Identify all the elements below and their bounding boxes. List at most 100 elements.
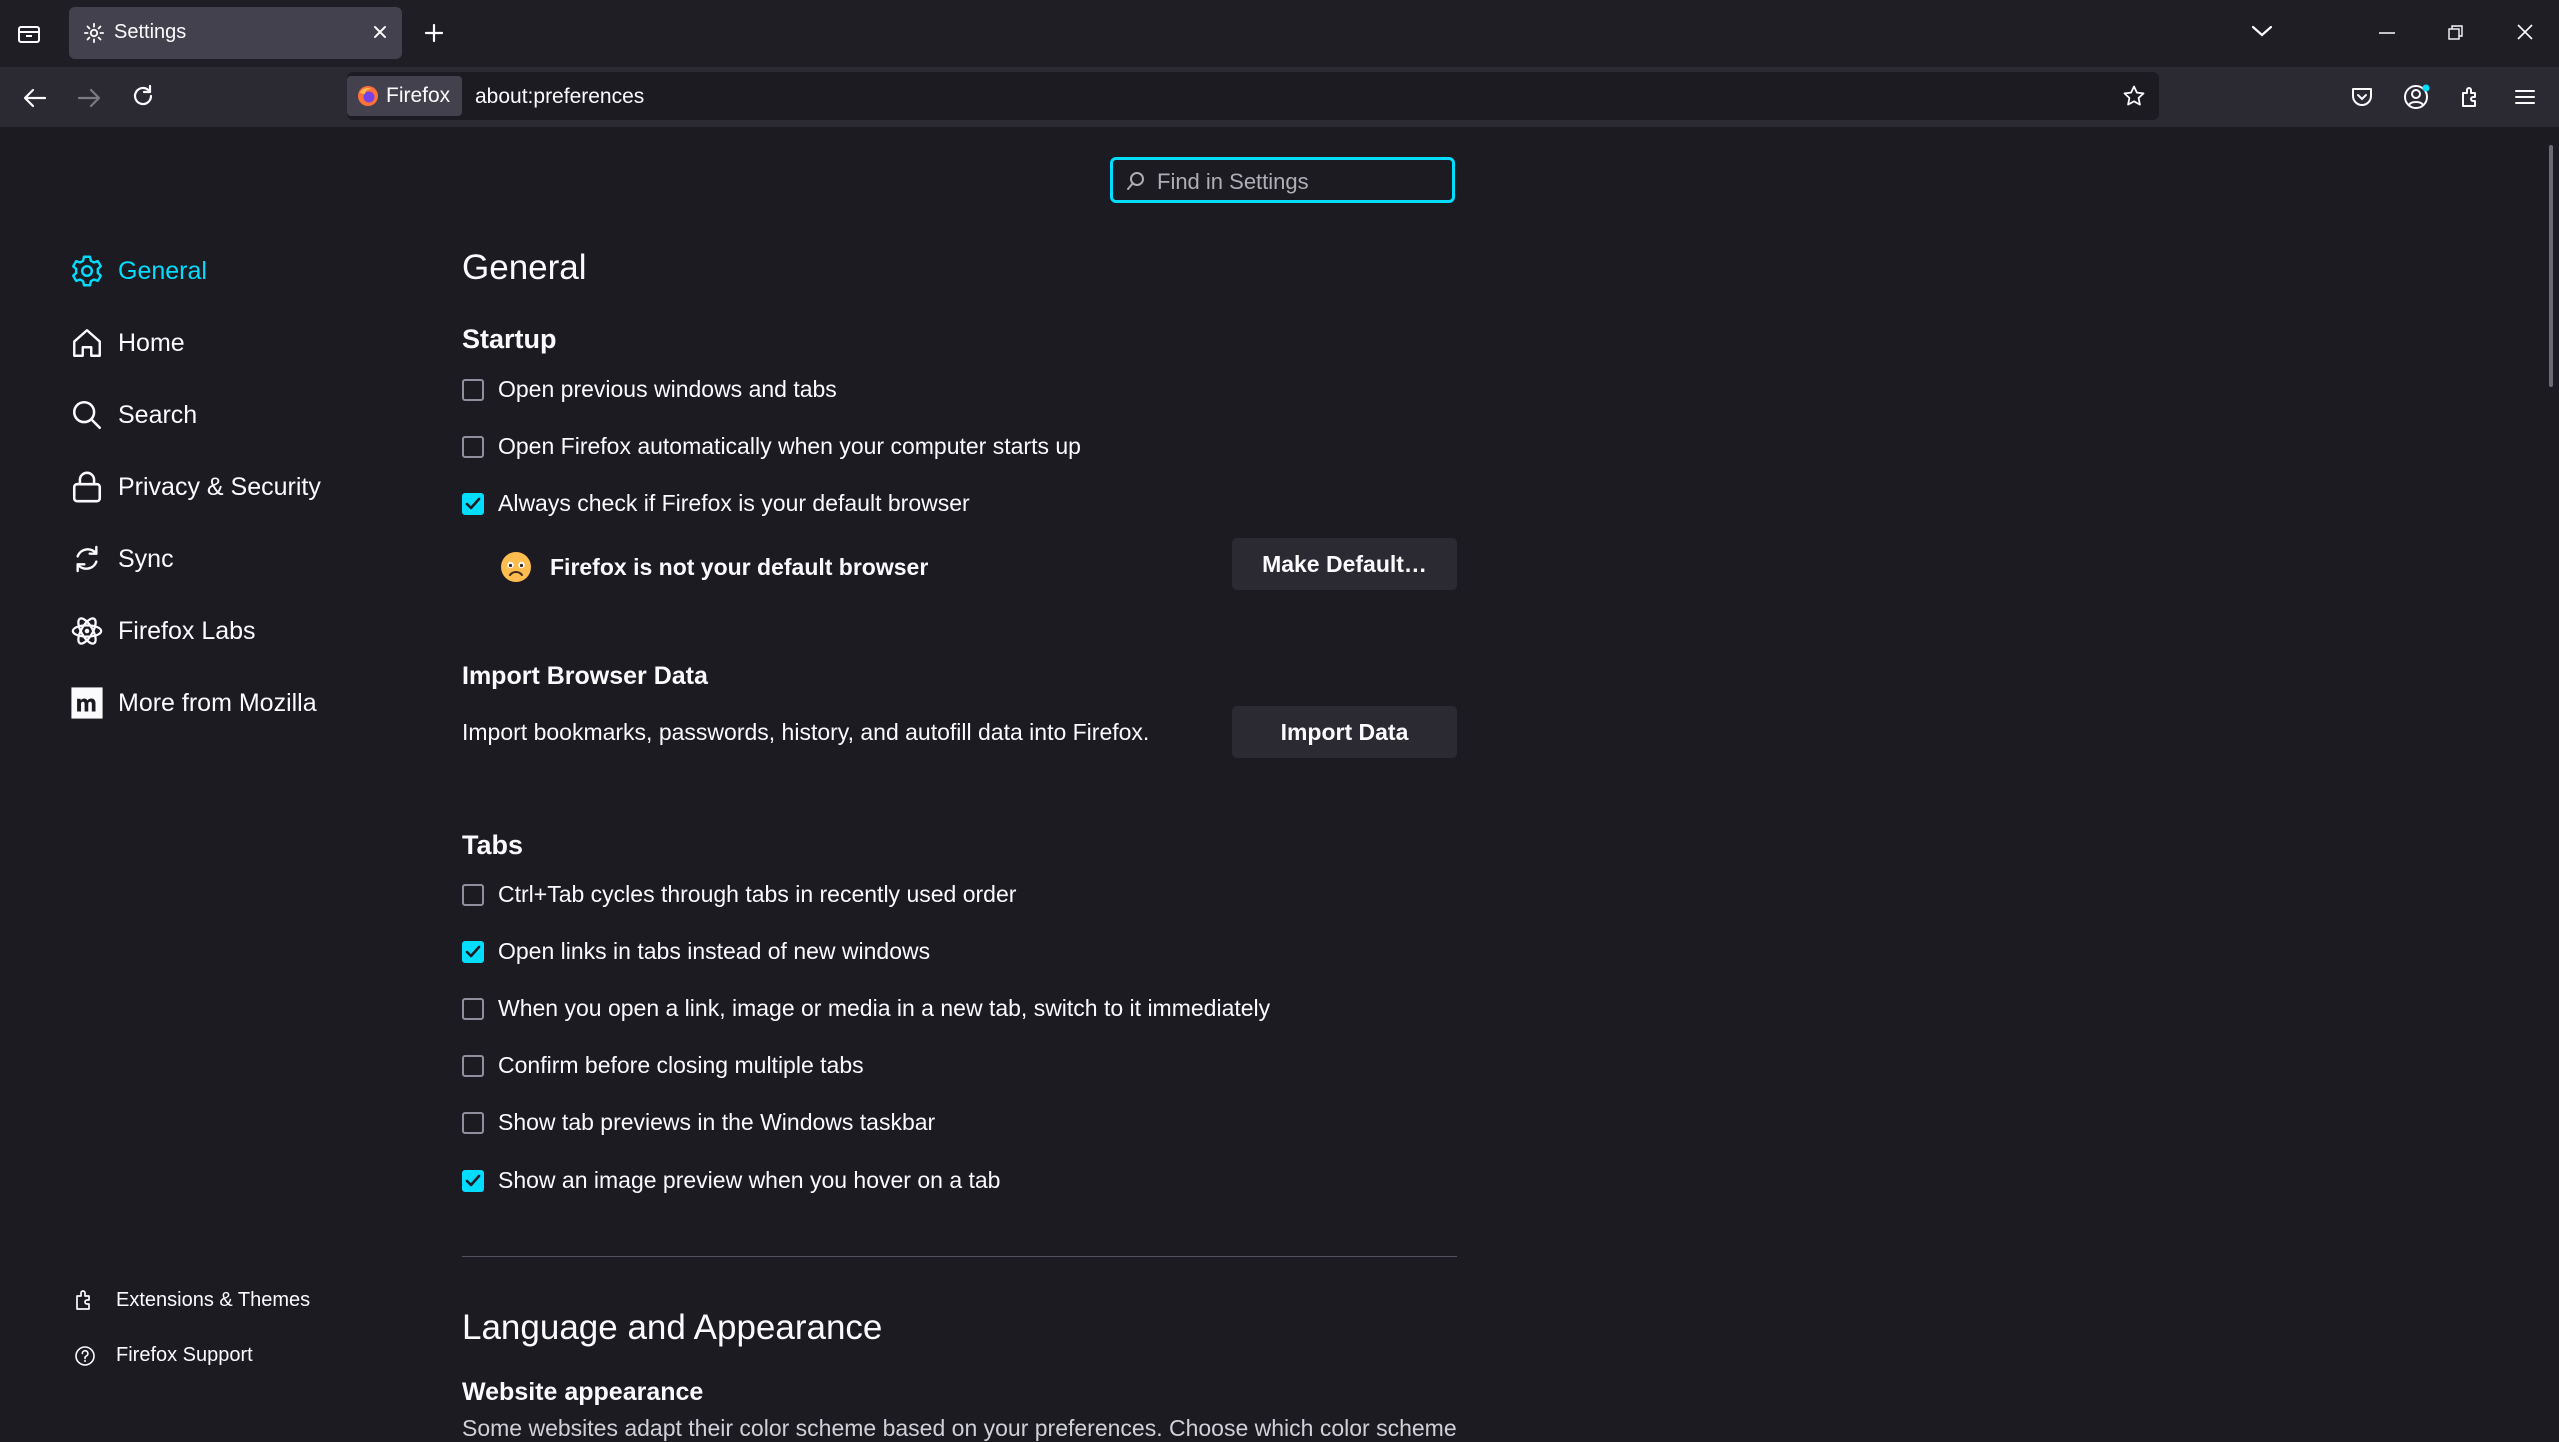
tab-title: Settings [114,21,187,43]
footer-link-label: Firefox Support [116,1344,253,1366]
firefox-logo-icon [357,85,379,107]
checkbox-box[interactable] [462,883,484,906]
preferences-page [0,127,2559,1439]
checkbox-taskbar-previews[interactable]: Show tab previews in the Windows taskbar [462,1109,935,1136]
checkbox-label: Confirm before closing multiple tabs [498,1052,864,1078]
import-data-button[interactable]: Import Data [1232,706,1457,758]
category-label: Firefox Labs [118,616,256,645]
close-tab-icon[interactable] [368,20,392,44]
mozilla-m-icon [68,684,106,722]
gear-icon [68,252,106,290]
flask-icon [68,612,106,650]
bookmark-star-icon[interactable] [2118,80,2150,112]
website-appearance-description: Some websites adapt their color scheme b… [462,1415,1457,1441]
sad-face-icon [500,551,532,583]
category-label: Sync [118,544,174,573]
tab-strip: Settings [0,0,2559,67]
firefox-support-link[interactable]: Firefox Support [72,1344,253,1367]
checkbox-box[interactable] [462,1169,484,1192]
sync-icon [68,540,106,578]
section-divider [462,1256,1457,1257]
checkbox-box[interactable] [462,1054,484,1077]
url-bar[interactable]: Firefox about:preferences [347,72,2159,120]
category-general[interactable]: General [68,251,207,291]
category-privacy[interactable]: Privacy & Security [68,467,321,507]
checkbox-switch-to-new-tab[interactable]: When you open a link, image or media in … [462,995,1270,1022]
identity-label: Firefox [386,84,451,107]
checkbox-box[interactable] [462,435,484,458]
checkbox-box[interactable] [462,940,484,963]
footer-link-label: Extensions & Themes [116,1288,311,1311]
restore-icon[interactable] [2441,18,2471,48]
checkmark-icon [465,1174,481,1186]
checkbox-label: When you open a link, image or media in … [498,995,1271,1021]
checkbox-label: Show an image preview when you hover on … [498,1167,1001,1193]
account-icon[interactable] [2400,80,2434,114]
category-home[interactable]: Home [68,323,185,363]
home-icon [68,324,106,362]
checkbox-box[interactable] [462,378,484,401]
make-default-button[interactable]: Make Default… [1232,538,1457,590]
category-label: General [118,256,207,285]
category-label: More from Mozilla [118,688,317,717]
extensions-themes-link[interactable]: Extensions & Themes [72,1288,310,1312]
checkbox-label: Open previous windows and tabs [498,376,837,402]
import-heading: Import Browser Data [462,662,708,690]
checkbox-label: Show tab previews in the Windows taskbar [498,1109,936,1135]
minimize-icon[interactable] [2372,18,2402,48]
tabs-heading: Tabs [462,830,524,860]
search-icon [68,396,106,434]
window-close-icon[interactable] [2510,17,2540,47]
category-search[interactable]: Search [68,395,197,435]
category-label: Search [118,400,198,429]
startup-heading: Startup [462,324,557,354]
checkbox-label: Ctrl+Tab cycles through tabs in recently… [498,881,1017,907]
checkbox-label: Open Firefox automatically when your com… [498,433,1081,459]
category-more-from-mozilla[interactable]: More from Mozilla [68,683,317,723]
forward-icon[interactable] [72,81,106,115]
language-appearance-heading: Language and Appearance [462,1308,883,1347]
checkbox-box[interactable] [462,1111,484,1134]
menu-hamburger-icon[interactable] [2508,80,2542,114]
category-label: Home [118,328,185,357]
identity-box[interactable]: Firefox [347,76,463,116]
checkbox-box[interactable] [462,997,484,1020]
puzzle-icon [72,1288,98,1312]
gear-icon [83,22,105,44]
scrollbar-thumb[interactable] [2549,145,2553,387]
find-in-settings-input[interactable] [1155,166,1449,198]
checkbox-always-check-default[interactable]: Always check if Firefox is your default … [462,490,970,517]
not-default-status: Firefox is not your default browser [500,551,928,583]
help-icon [72,1345,98,1367]
checkbox-restore-session[interactable]: Open previous windows and tabs [462,376,837,403]
extensions-icon[interactable] [2454,80,2488,114]
lock-icon [68,468,106,506]
checkmark-icon [465,497,481,509]
checkmark-icon [465,945,481,957]
tab-settings[interactable]: Settings [69,7,402,59]
back-icon[interactable] [18,81,52,115]
category-label: Privacy & Security [118,472,321,501]
website-appearance-heading: Website appearance [462,1378,704,1406]
category-sync[interactable]: Sync [68,539,174,579]
search-icon [1126,171,1146,191]
url-text[interactable]: about:preferences [475,85,644,109]
new-tab-icon[interactable] [418,17,450,49]
checkbox-ctrl-tab[interactable]: Ctrl+Tab cycles through tabs in recently… [462,881,1016,908]
firefox-view-icon[interactable] [14,19,44,49]
checkbox-label: Open links in tabs instead of new window… [498,938,931,964]
pocket-icon[interactable] [2345,80,2379,114]
category-firefox-labs[interactable]: Firefox Labs [68,611,256,651]
list-all-tabs-icon[interactable] [2247,16,2277,46]
checkbox-confirm-close[interactable]: Confirm before closing multiple tabs [462,1052,864,1079]
checkbox-label: Always check if Firefox is your default … [498,490,970,516]
checkbox-hover-preview[interactable]: Show an image preview when you hover on … [462,1167,1000,1194]
checkbox-open-on-startup[interactable]: Open Firefox automatically when your com… [462,433,1081,460]
not-default-label: Firefox is not your default browser [550,553,929,580]
checkbox-box[interactable] [462,492,484,515]
checkbox-links-in-tabs[interactable]: Open links in tabs instead of new window… [462,938,930,965]
page-title: General [462,248,587,287]
reload-icon[interactable] [126,79,160,113]
find-in-settings-field[interactable] [1110,157,1455,203]
import-description: Import bookmarks, passwords, history, an… [462,719,1150,745]
